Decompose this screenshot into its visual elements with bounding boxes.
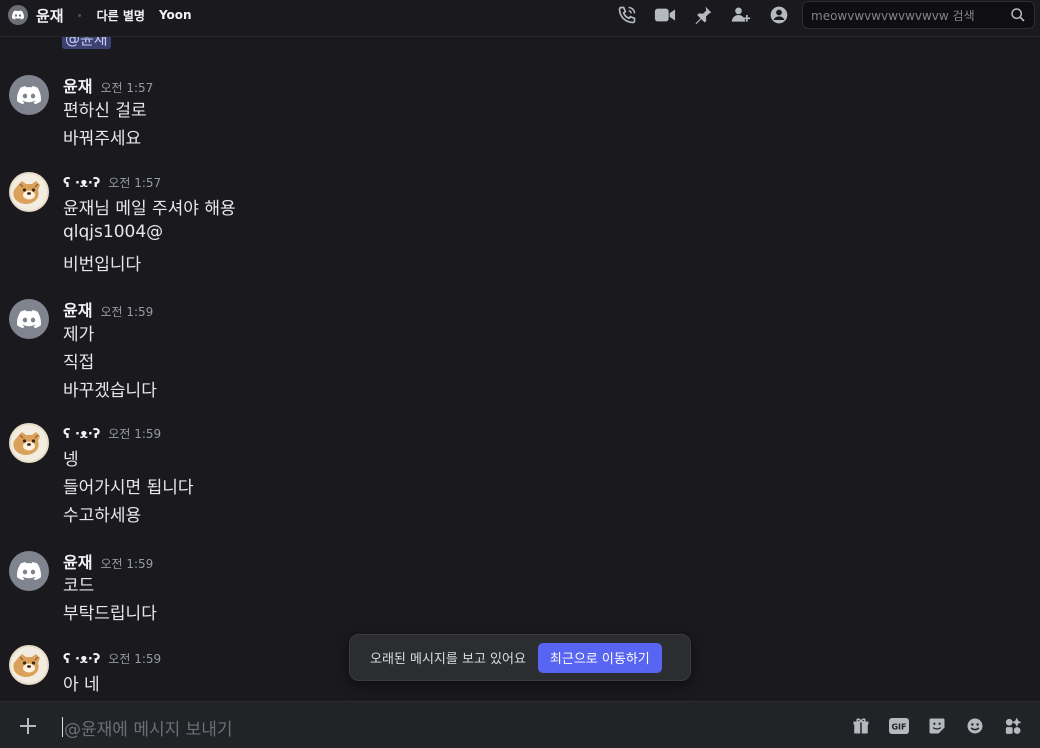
message-header: 윤재 오전 1:57 — [63, 73, 153, 97]
message-author[interactable]: ʕ ·ᴥ·ʔ — [63, 651, 100, 667]
message-text: qlqjs1004@ — [63, 222, 164, 242]
search-icon — [1010, 7, 1026, 23]
message-author[interactable]: ʕ ·ᴥ·ʔ — [63, 175, 100, 191]
video-call-icon[interactable] — [646, 2, 684, 28]
message-text: 비번입니다 — [63, 255, 142, 275]
avatar[interactable] — [9, 423, 49, 463]
header-separator — [77, 13, 81, 17]
message-text: 윤재님 메일 주셔야 해용 — [63, 199, 236, 219]
message-list[interactable]: @윤재 윤재 오전 1:57 편하신 걸로 바꿔주세요 ʕ ·ᴥ·ʔ 오전 1:… — [0, 37, 1040, 697]
message-text: 제가 — [63, 325, 95, 345]
search-placeholder: meowvwvwvwvwvwvw 검색 — [811, 8, 975, 23]
channel-title[interactable]: 윤재 — [36, 5, 64, 26]
pinned-messages-icon[interactable] — [684, 2, 722, 28]
avatar[interactable] — [9, 299, 49, 339]
message-timestamp: 오전 1:59 — [100, 305, 154, 319]
alias-label: 다른 별명 — [96, 8, 145, 23]
message-composer: @윤재에 메시지 보내기 GIF — [0, 701, 1040, 748]
text-caret — [62, 717, 63, 737]
message-text: 코드 — [63, 576, 95, 596]
dm-avatar[interactable] — [8, 5, 28, 25]
avatar[interactable] — [9, 75, 49, 115]
composer-toolbar: GIF — [842, 713, 1032, 739]
alias-name: Yoon — [158, 8, 192, 22]
message-author[interactable]: 윤재 — [63, 297, 92, 321]
message-text: 바꿔주세요 — [63, 129, 142, 149]
emoji-icon[interactable] — [956, 713, 994, 739]
header-toolbar — [608, 2, 798, 28]
gift-icon[interactable] — [842, 713, 880, 739]
message-timestamp: 오전 1:57 — [100, 81, 154, 95]
message-author[interactable]: 윤재 — [63, 549, 92, 573]
discord-logo-icon — [17, 86, 41, 104]
dog-avatar-icon — [13, 432, 40, 455]
message-timestamp: 오전 1:59 — [108, 427, 162, 441]
avatar[interactable] — [9, 645, 49, 685]
discord-logo-icon — [17, 310, 41, 328]
avatar[interactable] — [9, 172, 49, 212]
message-text: 아 네 — [63, 675, 100, 695]
message-text: 부탁드립니다 — [63, 604, 157, 624]
message-timestamp: 오전 1:59 — [100, 557, 154, 571]
jump-to-present-button[interactable]: 최근으로 이동하기 — [537, 642, 662, 673]
message-author[interactable]: ʕ ·ᴥ·ʔ — [63, 426, 100, 442]
sticker-icon[interactable] — [918, 713, 956, 739]
gif-icon[interactable]: GIF — [880, 713, 918, 739]
message-header: ʕ ·ᴥ·ʔ 오전 1:57 — [63, 174, 161, 191]
voice-call-icon[interactable] — [608, 2, 646, 28]
svg-text:GIF: GIF — [891, 723, 906, 732]
dog-avatar-icon — [13, 181, 40, 204]
message-author[interactable]: 윤재 — [63, 73, 92, 97]
message-header: 윤재 오전 1:59 — [63, 297, 153, 321]
message-input[interactable]: @윤재에 메시지 보내기 — [64, 715, 233, 740]
user-mention[interactable]: @윤재 — [62, 37, 111, 49]
dog-avatar-icon — [13, 654, 40, 677]
message-text: 편하신 걸로 — [63, 101, 147, 121]
apps-icon[interactable] — [994, 713, 1032, 739]
message-text: 바꾸겠습니다 — [63, 381, 157, 401]
add-friends-icon[interactable] — [722, 2, 760, 28]
older-messages-banner: 오래된 메시지를 보고 있어요 최근으로 이동하기 — [349, 634, 691, 681]
message-text: 직접 — [63, 353, 95, 373]
message-text: 들어가시면 됩니다 — [63, 478, 194, 498]
channel-header: 윤재 다른 별명 Yoon meowvwvwvwvwvwvw 검색 — [0, 0, 1040, 30]
user-profile-icon[interactable] — [760, 2, 798, 28]
message-text: 넹 — [63, 450, 79, 470]
discord-logo-icon — [12, 10, 24, 20]
message-timestamp: 오전 1:59 — [108, 652, 162, 666]
discord-logo-icon — [17, 562, 41, 580]
message-header: ʕ ·ᴥ·ʔ 오전 1:59 — [63, 650, 161, 667]
avatar[interactable] — [9, 551, 49, 591]
search-input[interactable]: meowvwvwvwvwvwvw 검색 — [802, 1, 1035, 29]
message-header: 윤재 오전 1:59 — [63, 549, 153, 573]
older-messages-text: 오래된 메시지를 보고 있어요 — [370, 652, 526, 667]
message-header: ʕ ·ᴥ·ʔ 오전 1:59 — [63, 425, 161, 442]
message-text: 수고하세용 — [63, 506, 142, 526]
upload-plus-icon[interactable] — [14, 712, 42, 740]
message-timestamp: 오전 1:57 — [108, 176, 162, 190]
